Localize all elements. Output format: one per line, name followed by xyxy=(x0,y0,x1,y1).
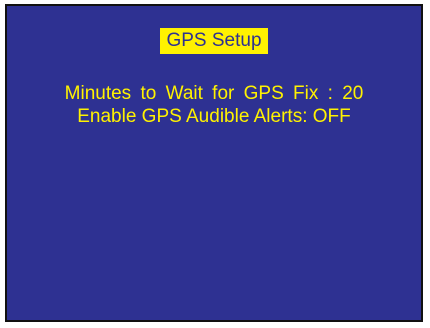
gps-setup-screen: GPS Setup Minutes to Wait for GPS Fix : … xyxy=(5,4,423,322)
setting-gps-fix-wait[interactable]: Minutes to Wait for GPS Fix : 20 xyxy=(7,82,421,105)
setting-gps-audible-alerts[interactable]: Enable GPS Audible Alerts: OFF xyxy=(7,105,421,128)
setting-label: Enable GPS Audible Alerts xyxy=(77,106,303,127)
setting-label: Minutes to Wait for GPS Fix xyxy=(64,83,319,104)
title-container: GPS Setup xyxy=(7,28,421,54)
settings-list: Minutes to Wait for GPS Fix : 20 Enable … xyxy=(7,82,421,128)
setting-separator: : xyxy=(302,106,313,127)
setting-value: OFF xyxy=(312,106,351,127)
setting-separator: : xyxy=(318,83,343,104)
setting-value: 20 xyxy=(342,83,364,104)
screen-title: GPS Setup xyxy=(160,28,268,54)
